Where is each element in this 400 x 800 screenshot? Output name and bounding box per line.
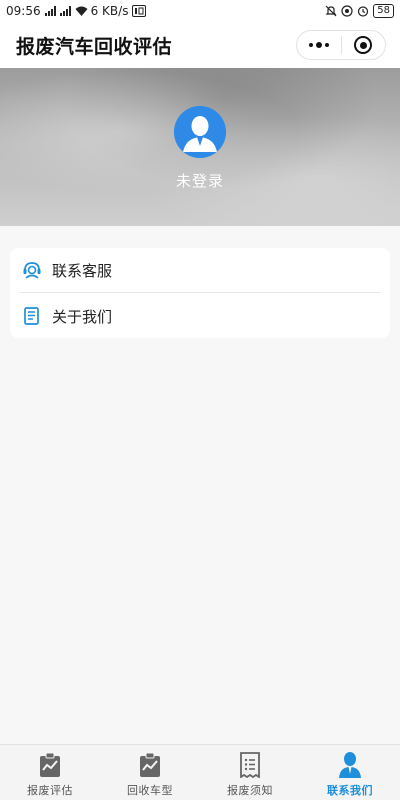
menu-card: 联系客服 关于我们 [10, 248, 390, 338]
location-icon [341, 5, 353, 17]
tab-scrap-notice[interactable]: 报废须知 [200, 745, 300, 800]
close-button[interactable] [342, 31, 386, 59]
tab-contact-us[interactable]: 联系我们 [300, 745, 400, 800]
title-bar: 报废汽车回收评估 [0, 22, 400, 68]
network-speed: 6 KB/s [90, 4, 129, 18]
receipt-list-icon [237, 751, 263, 779]
profile-header: 未登录 [0, 68, 400, 226]
clipboard-chart-icon [37, 751, 63, 779]
battery-indicator: 58 [373, 4, 394, 18]
more-dots-icon [308, 42, 329, 48]
tab-label: 联系我们 [327, 784, 373, 797]
clipboard-chart-icon [137, 751, 163, 779]
tab-scrap-assessment[interactable]: 报废评估 [0, 745, 100, 800]
login-status[interactable]: 未登录 [176, 170, 224, 191]
menu-item-label: 联系客服 [52, 261, 113, 280]
status-time: 09:56 [6, 4, 41, 18]
menu-item-customer-service[interactable]: 联系客服 [10, 248, 390, 292]
signal-icon [44, 6, 56, 16]
mini-program-capsule [296, 30, 386, 60]
target-close-icon [354, 36, 373, 54]
menu-item-about-us[interactable]: 关于我们 [10, 294, 390, 338]
page-title: 报废汽车回收评估 [16, 35, 173, 58]
menu-divider [20, 292, 380, 293]
hd-icon [132, 5, 147, 17]
user-avatar-icon[interactable] [174, 106, 226, 158]
menu-item-label: 关于我们 [52, 307, 113, 326]
status-left: 09:56 6 KB/s [6, 4, 147, 18]
person-icon [337, 751, 363, 779]
status-bar: 09:56 6 KB/s 58 [0, 0, 400, 22]
wifi-icon [75, 5, 88, 17]
tab-recycled-models[interactable]: 回收车型 [100, 745, 200, 800]
signal-icon [59, 6, 71, 16]
tab-label: 回收车型 [127, 784, 173, 797]
tab-label: 报废须知 [227, 784, 273, 797]
bottom-tab-bar: 报废评估 回收车型 报废须知 联系我们 [0, 744, 400, 800]
tab-label: 报废评估 [27, 784, 73, 797]
customer-service-icon [22, 260, 42, 280]
more-button[interactable] [297, 31, 341, 59]
document-icon [22, 306, 42, 326]
status-right: 58 [325, 4, 394, 18]
alarm-icon [357, 5, 369, 17]
mute-bell-icon [325, 5, 337, 17]
